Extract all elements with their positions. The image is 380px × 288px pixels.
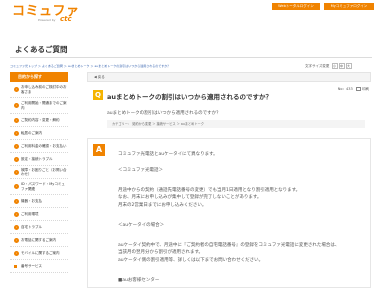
answer-line: 月末の2営業日までにお申し込みください。 xyxy=(118,203,207,208)
font-size-small-button[interactable]: 小 xyxy=(331,63,338,69)
answer-badge: A xyxy=(93,144,105,156)
font-size-large-button[interactable]: 大 xyxy=(345,63,352,69)
question-title: auまとめトークの割引はいつから適用されるのですか？ xyxy=(107,93,273,101)
arrow-bullet-icon: › xyxy=(14,224,19,230)
arrow-bullet-icon: › xyxy=(14,198,19,204)
sidebar-item-label: ご契約内容・変更・解約 xyxy=(21,117,60,122)
answer-line: なお、月末にお申し込みが集中して登録が完了しないことがあります。 xyxy=(118,195,262,200)
arrow-bullet-icon: › xyxy=(14,169,19,175)
back-link[interactable]: ◀ 戻る xyxy=(87,72,371,82)
sidebar-item[interactable]: › お申し込み前のご検討中のお客さま xyxy=(10,82,68,98)
arrow-bullet-icon: › xyxy=(14,130,19,136)
arrow-bullet-icon: › xyxy=(14,237,19,243)
answer-line: コミュファ光電話とauケータイにて異なります。 xyxy=(118,152,218,157)
answer-line: 当該月の翌月分から割引が適用されます。 xyxy=(118,250,204,255)
answer-line: auケータイ側の割引適用等、詳しくは以下までお問い合わせください。 xyxy=(118,258,264,263)
sidebar-item-label: 設定・接続トラブル xyxy=(21,156,53,161)
sidebar-item[interactable]: › ご利用開始・開通までのご案内 xyxy=(10,98,68,114)
sidebar-item[interactable]: › モバイルに関するご案内 xyxy=(10,247,68,260)
arrow-bullet-icon: › xyxy=(14,103,19,108)
question-body: auまとめトークの割引はいつから適用されるのですか？ xyxy=(107,111,221,116)
sidebar-heading: 目的から探す xyxy=(10,72,68,82)
answer-block: A コミュファ光電話とauケータイにて異なります。 ＜コミュファ光電話＞ 月途中から… xyxy=(87,138,371,288)
sidebar-item-label: ID・パスワード・Myコミュファ関連 xyxy=(21,182,65,191)
my-commufa-login-button[interactable]: Myコミュファログイン xyxy=(324,3,374,10)
faq-number: No：433 xyxy=(337,87,353,91)
sidebar-item-label: ご利用開始・開通までのご案内 xyxy=(21,101,67,110)
arrow-bullet-icon: › xyxy=(14,211,19,217)
arrow-bullet-icon: › xyxy=(14,184,19,189)
square-bullet-icon xyxy=(14,264,17,268)
sidebar-item-label: お申し込み前のご検討中のお客さま xyxy=(21,85,67,94)
question-badge: Q xyxy=(93,90,103,100)
sidebar-item[interactable]: › ID・パスワード・Myコミュファ関連 xyxy=(10,179,68,195)
sidebar: 目的から探す › お申し込み前のご検討中のお客さま › ご利用開始・開通までのご案内 ›… xyxy=(10,72,68,273)
font-size-label: 文字サイズ変更 xyxy=(305,64,330,68)
commufa-logo[interactable]: コミュファ Powered by ctc xyxy=(12,5,80,23)
sidebar-item[interactable]: › ご利用環境 xyxy=(10,208,68,221)
sidebar-item-label: 機器・お支払 xyxy=(21,198,42,203)
faq-main: ◀ 戻る No：433 印刷 Q auまとめトークの割引はいつから適用されるので… xyxy=(87,72,371,288)
logo-subtext: Powered by xyxy=(38,18,56,22)
ctc-logo: ctc xyxy=(60,15,72,23)
title-divider xyxy=(10,57,372,58)
category-path[interactable]: カテゴリー： 契約から変更 ＞ 接続サービス ＞ auまとめトーク xyxy=(107,120,365,128)
answer-line: ＜コミュファ光電話＞ xyxy=(118,168,163,173)
answer-line: 月途中からの契約（通話先電話番号の変更）でも当月1日適用となり割引適用となります… xyxy=(118,188,301,193)
sidebar-item-label: 番号サービス xyxy=(21,263,42,268)
arrow-bullet-icon: › xyxy=(14,117,19,123)
arrow-bullet-icon: › xyxy=(14,156,19,162)
site-header: コミュファ Powered by ctc Webトータルログイン Myコミュファ… xyxy=(0,0,380,24)
print-label[interactable]: 印刷 xyxy=(362,87,369,91)
sidebar-item[interactable]: › 設定・接続トラブル xyxy=(10,153,68,166)
sidebar-item-label: お電話に関するご案内 xyxy=(21,237,56,242)
breadcrumb[interactable]: コミュファ光トップ ＞ よくあるご質問 ＞ auまとめトーク ＞ auまとめトー… xyxy=(10,64,170,68)
font-size-tools: 文字サイズ変更 小中大 xyxy=(305,63,352,69)
sidebar-item[interactable]: › お電話に関するご案内 xyxy=(10,234,68,247)
sidebar-item[interactable]: › 自宅トラブル xyxy=(10,221,68,234)
sidebar-list: › お申し込み前のご検討中のお客さま › ご利用開始・開通までのご案内 › ご契約内容・変… xyxy=(10,82,68,273)
sidebar-item[interactable]: › 機器・お支払 xyxy=(10,195,68,208)
sidebar-item-label: 転居のご案内 xyxy=(21,130,42,135)
arrow-bullet-icon: › xyxy=(14,250,19,256)
sidebar-item[interactable]: › 転居のご案内 xyxy=(10,127,68,140)
arrow-bullet-icon: › xyxy=(14,87,19,92)
faq-meta: No：433 印刷 xyxy=(338,87,369,92)
answer-line: ■auお客様センター xyxy=(118,278,160,283)
sidebar-item[interactable]: › ご契約内容・変更・解約 xyxy=(10,114,68,127)
page-title: よくあるご質問 xyxy=(15,45,68,54)
answer-line: auケータイ契約中で、月途中に『ご契約者の自宅電話番号』の登録をコミュファ光電話… xyxy=(118,243,340,248)
sidebar-item-label: 故障・お困りごと（お問い合わせ） xyxy=(21,167,67,177)
answer-line: ＜auケータイの場合＞ xyxy=(118,223,165,228)
sidebar-item-label: 自宅トラブル xyxy=(21,224,42,229)
web-login-button[interactable]: Webトータルログイン xyxy=(272,3,320,10)
sidebar-item-label: ご利用環境 xyxy=(21,211,39,216)
sidebar-item-label: モバイルに関するご案内 xyxy=(21,250,60,255)
font-size-medium-button[interactable]: 中 xyxy=(338,63,345,69)
sidebar-item[interactable]: › 故障・お困りごと（お問い合わせ） xyxy=(10,166,68,179)
sidebar-item[interactable]: 番号サービス xyxy=(10,260,68,273)
arrow-bullet-icon: › xyxy=(14,143,19,149)
sidebar-item[interactable]: › ご利用料金の確認・お支払い xyxy=(10,140,68,153)
sidebar-item-label: ご利用料金の確認・お支払い xyxy=(21,143,67,148)
print-icon[interactable] xyxy=(355,87,361,91)
